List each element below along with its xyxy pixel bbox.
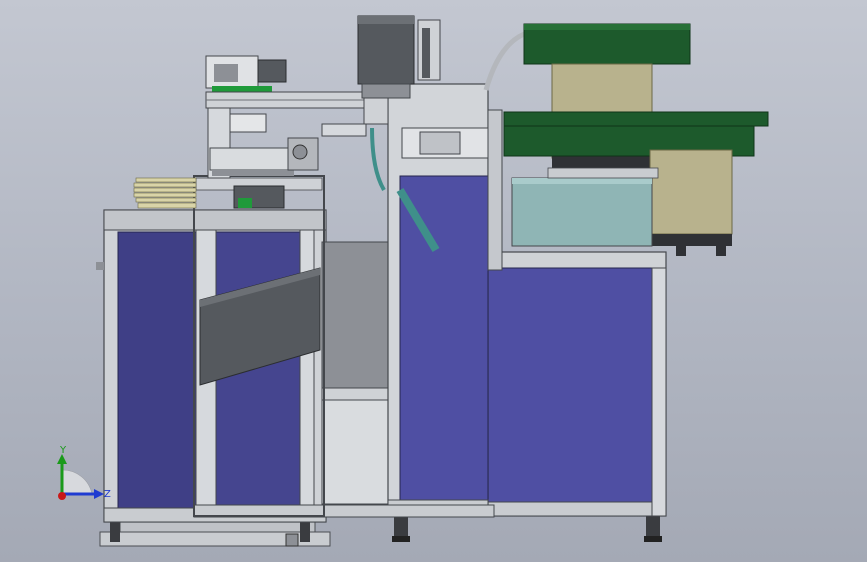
triad-z-label: Z	[104, 489, 111, 500]
parts-stack	[133, 177, 197, 209]
coordinate-triad-icon	[57, 454, 104, 500]
hopper-bin	[511, 167, 659, 247]
base-rail	[99, 519, 331, 547]
middle-column	[321, 241, 389, 505]
triad-y-label: Y	[59, 445, 67, 456]
right-cabinet	[487, 251, 667, 517]
machine-assembly-drawing: Y Z	[57, 15, 769, 547]
cad-viewport[interactable]: Y Z	[0, 0, 867, 562]
